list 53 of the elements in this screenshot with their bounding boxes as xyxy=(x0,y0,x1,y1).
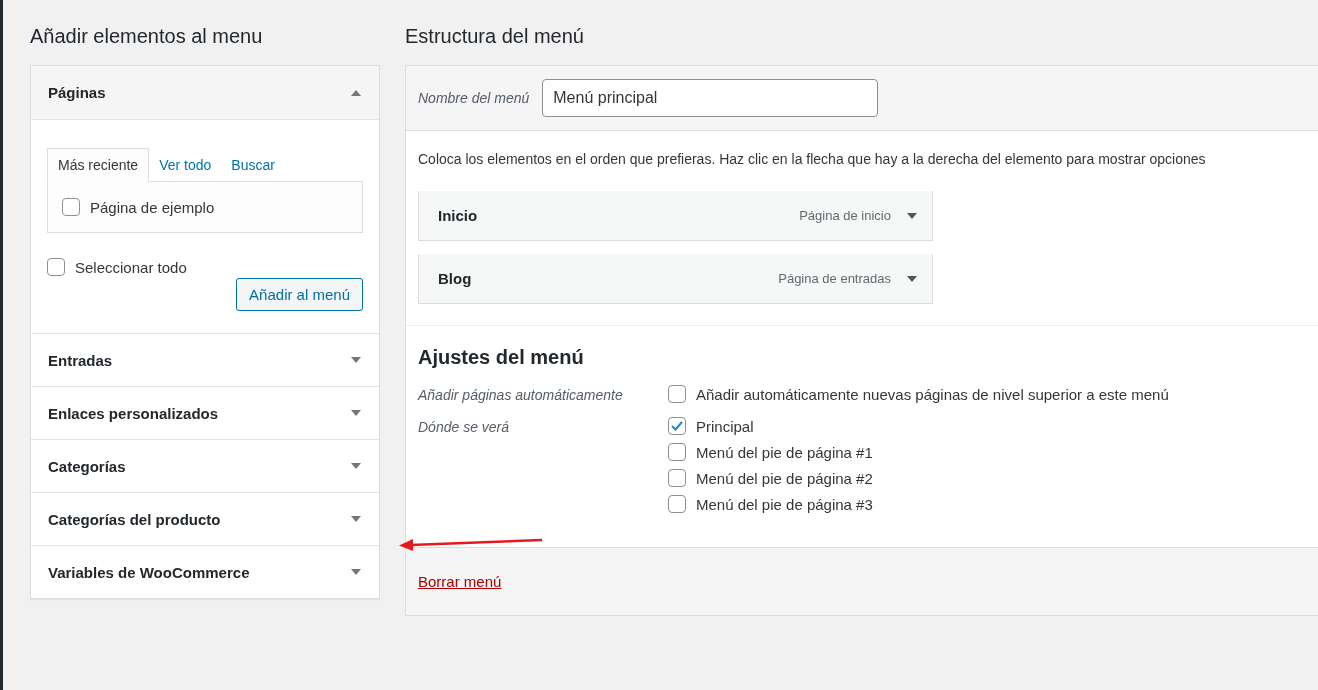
expand-triangle-icon[interactable] xyxy=(351,569,361,575)
accordion-title: Categorías xyxy=(48,457,126,475)
checkbox-label: Principal xyxy=(696,417,754,435)
menu-item-type: Página de inicio xyxy=(799,208,891,223)
checkbox[interactable] xyxy=(668,469,686,487)
tab[interactable]: Ver todo xyxy=(149,149,222,181)
checkbox[interactable] xyxy=(47,258,65,276)
add-to-menu-button[interactable]: Añadir al menú xyxy=(236,278,363,311)
accordion-header[interactable]: Páginas xyxy=(31,66,379,120)
expand-triangle-icon[interactable] xyxy=(351,516,361,522)
accordion-header[interactable]: Entradas xyxy=(31,333,379,386)
expand-triangle-icon[interactable] xyxy=(907,212,917,219)
accordion-title: Páginas xyxy=(48,84,106,101)
checkbox-label: Seleccionar todo xyxy=(75,258,187,276)
checkbox-label: Añadir automáticamente nuevas páginas de nivel superior a este menú xyxy=(696,385,1169,403)
accordion-title: Entradas xyxy=(48,351,113,369)
menu-item[interactable]: Inicio Página de inicio xyxy=(418,191,933,241)
section-heading: Estructura del menú xyxy=(405,24,585,49)
accordion-title: Enlaces personalizados xyxy=(48,404,219,422)
tab[interactable]: Buscar xyxy=(221,149,285,181)
accordion-header[interactable]: Categorías del producto xyxy=(31,492,379,545)
checkbox[interactable] xyxy=(668,443,686,461)
expand-triangle-icon[interactable] xyxy=(351,357,361,363)
checkbox[interactable] xyxy=(62,198,80,216)
checkbox[interactable] xyxy=(668,417,686,435)
settings-heading: Ajustes del menú xyxy=(418,346,585,369)
expand-triangle-icon[interactable] xyxy=(351,410,361,416)
checkbox-label: Menú del pie de página #3 xyxy=(696,495,873,513)
accordion-title: Categorías del producto xyxy=(48,510,221,528)
checkbox[interactable] xyxy=(668,385,686,403)
menu-item-title: Inicio xyxy=(438,207,479,224)
accordion-header[interactable]: Enlaces personalizados xyxy=(31,386,379,439)
expand-triangle-icon[interactable] xyxy=(351,463,361,469)
expand-triangle-icon[interactable] xyxy=(907,275,917,282)
accordion-header[interactable]: Variables de WooCommerce xyxy=(31,545,379,598)
menu-item-title: Blog xyxy=(438,270,473,287)
delete-menu-link[interactable]: Borrar menú xyxy=(418,573,502,590)
instructions-text: Coloca los elementos en el orden que prefieras. Haz clic en la flecha que hay a la derecha del elemento para mostrar opciones xyxy=(418,151,1207,167)
tab[interactable]: Más reciente xyxy=(47,148,150,182)
collapse-triangle-icon[interactable] xyxy=(351,89,361,96)
field-label: Nombre del menú xyxy=(418,90,530,106)
setting-label: Dónde se verá xyxy=(418,418,511,437)
accordion-title: Variables de WooCommerce xyxy=(48,563,250,581)
checkbox[interactable] xyxy=(668,495,686,513)
checkbox-label: Página de ejemplo xyxy=(90,198,215,216)
section-heading: Añadir elementos al menu xyxy=(30,24,264,49)
checkbox-label: Menú del pie de página #1 xyxy=(696,443,873,461)
checkbox-label: Menú del pie de página #2 xyxy=(696,469,873,487)
setting-label: Añadir páginas automáticamente xyxy=(418,386,624,403)
menu-item[interactable]: Blog Página de entradas xyxy=(418,254,933,304)
menu-item-type: Página de entradas xyxy=(778,271,891,286)
accordion-header[interactable]: Categorías xyxy=(31,439,379,492)
menu-name-field[interactable]: Menú principal xyxy=(542,79,879,117)
